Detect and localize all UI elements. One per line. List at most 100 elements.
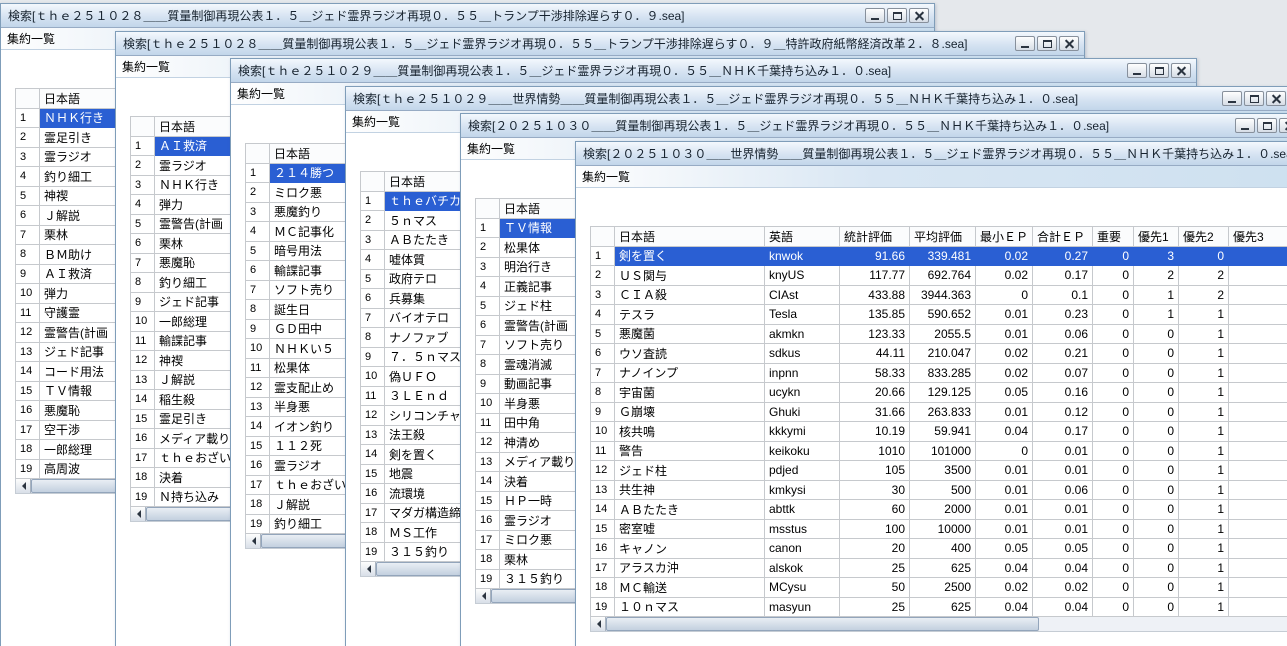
close-button[interactable] bbox=[1171, 63, 1191, 78]
grid-cell[interactable] bbox=[1229, 402, 1287, 422]
grid-cell[interactable]: 1 bbox=[1179, 383, 1229, 403]
table-row[interactable]: 1剣を置くknwok91.66339.4810.020.27030 bbox=[591, 246, 1287, 266]
grid-cell[interactable]: 1 bbox=[1179, 344, 1229, 364]
grid-cell[interactable]: kkkymi bbox=[765, 422, 840, 442]
grid-cell[interactable]: 1 bbox=[1179, 558, 1229, 578]
grid-cell[interactable]: 1 bbox=[1179, 422, 1229, 442]
grid-cell[interactable]: 10.19 bbox=[840, 422, 910, 442]
grid-cell[interactable]: 悪魔菌 bbox=[615, 324, 765, 344]
grid-cell[interactable]: 0.02 bbox=[976, 246, 1033, 266]
row-number[interactable]: 6 bbox=[476, 316, 500, 336]
grid-cell[interactable] bbox=[1229, 344, 1287, 364]
row-number[interactable]: 7 bbox=[16, 225, 40, 245]
maximize-button[interactable] bbox=[1037, 36, 1057, 51]
grid-cell[interactable]: 0.06 bbox=[1033, 480, 1093, 500]
row-number[interactable]: 6 bbox=[131, 234, 155, 254]
grid-cell[interactable]: 1 bbox=[1179, 441, 1229, 461]
grid-cell[interactable]: 0 bbox=[1093, 500, 1134, 520]
grid-cell[interactable]: 3 bbox=[1134, 246, 1179, 266]
grid-cell[interactable]: 0.27 bbox=[1033, 246, 1093, 266]
grid-cell[interactable] bbox=[1229, 519, 1287, 539]
grid-cell[interactable]: 500 bbox=[910, 480, 976, 500]
grid-cell[interactable]: 263.833 bbox=[910, 402, 976, 422]
grid-cell[interactable]: 1 bbox=[1179, 324, 1229, 344]
row-number[interactable]: 3 bbox=[361, 230, 385, 250]
grid-cell[interactable]: 0 bbox=[1093, 266, 1134, 286]
row-number[interactable]: 16 bbox=[131, 429, 155, 449]
grid-cell[interactable]: 0 bbox=[1134, 500, 1179, 520]
grid-cell[interactable] bbox=[1229, 305, 1287, 325]
row-number[interactable]: 16 bbox=[16, 401, 40, 421]
grid-cell[interactable]: 0 bbox=[976, 441, 1033, 461]
row-number[interactable]: 10 bbox=[246, 339, 270, 359]
grid-cell[interactable]: 剣を置く bbox=[615, 246, 765, 266]
grid-cell[interactable]: 0.01 bbox=[976, 461, 1033, 481]
row-number[interactable]: 8 bbox=[16, 245, 40, 265]
grid-cell[interactable]: 0 bbox=[1134, 480, 1179, 500]
column-header[interactable]: 最小ＥＰ bbox=[976, 227, 1033, 247]
grid-cell[interactable] bbox=[1229, 539, 1287, 559]
horizontal-scrollbar[interactable] bbox=[590, 617, 1287, 632]
row-number[interactable]: 4 bbox=[361, 250, 385, 270]
grid-cell[interactable]: 0.1 bbox=[1033, 285, 1093, 305]
row-number[interactable]: 18 bbox=[246, 495, 270, 515]
row-number[interactable]: 17 bbox=[476, 530, 500, 550]
row-number[interactable]: 14 bbox=[591, 500, 615, 520]
grid-cell[interactable]: akmkn bbox=[765, 324, 840, 344]
table-row[interactable]: 14ＡＢたたきabttk6020000.010.01001 bbox=[591, 500, 1287, 520]
row-number[interactable]: 14 bbox=[16, 362, 40, 382]
grid-cell[interactable] bbox=[1229, 246, 1287, 266]
column-header[interactable]: 英語 bbox=[765, 227, 840, 247]
row-number[interactable]: 10 bbox=[131, 312, 155, 332]
grid-cell[interactable]: 0.02 bbox=[976, 363, 1033, 383]
row-number[interactable]: 19 bbox=[476, 569, 500, 589]
column-header[interactable]: 優先3 bbox=[1229, 227, 1287, 247]
table-row[interactable]: 15密室嘘msstus100100000.010.01001 bbox=[591, 519, 1287, 539]
grid-cell[interactable]: 1 bbox=[1134, 305, 1179, 325]
column-header[interactable]: 統計評価 bbox=[840, 227, 910, 247]
grid-cell[interactable]: 0.12 bbox=[1033, 402, 1093, 422]
grid-cell[interactable]: 1 bbox=[1179, 500, 1229, 520]
grid-cell[interactable]: 0 bbox=[1093, 305, 1134, 325]
grid-cell[interactable]: 0.04 bbox=[1033, 558, 1093, 578]
minimize-button[interactable] bbox=[1235, 118, 1255, 133]
window-titlebar[interactable]: 検索[ｔｈｅ２５１０２９＿＿質量制御再現公表１．５＿ジェド霊界ラジオ再現０．５５… bbox=[231, 59, 1196, 83]
row-number[interactable]: 6 bbox=[246, 261, 270, 281]
maximize-button[interactable] bbox=[1257, 118, 1277, 133]
row-number[interactable]: 7 bbox=[591, 363, 615, 383]
grid-cell[interactable] bbox=[1229, 558, 1287, 578]
row-number[interactable]: 11 bbox=[16, 303, 40, 323]
row-number[interactable]: 5 bbox=[361, 269, 385, 289]
row-number[interactable]: 10 bbox=[476, 394, 500, 414]
grid-cell[interactable]: 20.66 bbox=[840, 383, 910, 403]
grid-cell[interactable]: ＵＳ関与 bbox=[615, 266, 765, 286]
row-number[interactable]: 9 bbox=[591, 402, 615, 422]
grid-cell[interactable]: 0 bbox=[1134, 402, 1179, 422]
grid-cell[interactable]: 1 bbox=[1179, 597, 1229, 617]
grid-cell[interactable]: 0.01 bbox=[976, 402, 1033, 422]
grid-cell[interactable]: ＣＩＡ殺 bbox=[615, 285, 765, 305]
grid-cell[interactable]: 0 bbox=[1093, 539, 1134, 559]
grid-cell[interactable]: 2 bbox=[1134, 266, 1179, 286]
grid-cell[interactable]: 400 bbox=[910, 539, 976, 559]
grid-cell[interactable] bbox=[1229, 597, 1287, 617]
row-number[interactable]: 6 bbox=[16, 206, 40, 226]
grid-cell[interactable]: 0.01 bbox=[976, 480, 1033, 500]
row-number[interactable]: 13 bbox=[246, 397, 270, 417]
grid-cell[interactable] bbox=[1229, 480, 1287, 500]
grid-cell[interactable]: 0.01 bbox=[976, 305, 1033, 325]
row-number[interactable]: 15 bbox=[361, 464, 385, 484]
grid-cell[interactable]: 2 bbox=[1179, 285, 1229, 305]
grid-cell[interactable]: pdjed bbox=[765, 461, 840, 481]
column-header[interactable]: 優先1 bbox=[1134, 227, 1179, 247]
table-row[interactable]: 17アラスカ沖alskok256250.040.04001 bbox=[591, 558, 1287, 578]
row-number[interactable]: 3 bbox=[246, 202, 270, 222]
row-number[interactable]: 1 bbox=[591, 246, 615, 266]
row-number[interactable]: 18 bbox=[361, 523, 385, 543]
row-number[interactable]: 19 bbox=[246, 514, 270, 534]
row-number[interactable]: 17 bbox=[361, 503, 385, 523]
grid-cell[interactable]: 1010 bbox=[840, 441, 910, 461]
grid-cell[interactable]: MCysu bbox=[765, 578, 840, 598]
row-number[interactable]: 2 bbox=[131, 156, 155, 176]
grid-cell[interactable]: 1 bbox=[1179, 539, 1229, 559]
